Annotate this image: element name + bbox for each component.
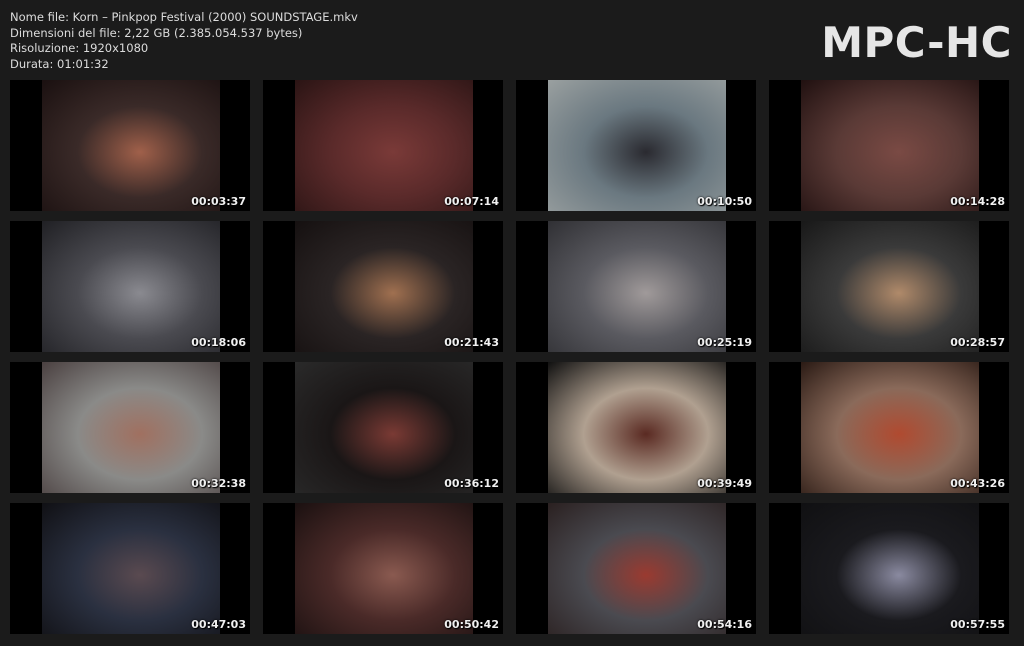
thumbnail: 00:57:55 (769, 503, 1009, 634)
thumbnail-frame-image (42, 503, 220, 634)
thumbnail: 00:03:37 (10, 80, 250, 211)
thumbnail-frame-image (548, 503, 726, 634)
thumbnail-timestamp: 00:21:43 (444, 336, 499, 349)
thumbnail: 00:21:43 (263, 221, 503, 352)
thumbnail-timestamp: 00:50:42 (444, 618, 499, 631)
thumbnail-frame-image (548, 362, 726, 493)
thumbnail: 00:39:49 (516, 362, 756, 493)
thumbnail: 00:07:14 (263, 80, 503, 211)
thumbnail-frame-image (801, 503, 979, 634)
thumbnail-frame-image (295, 503, 473, 634)
thumbnail: 00:36:12 (263, 362, 503, 493)
file-name: Nome file: Korn – Pinkpop Festival (2000… (10, 10, 358, 24)
thumbnail-frame-image (42, 80, 220, 211)
thumbnail-frame-image (295, 362, 473, 493)
thumbnail-timestamp: 00:28:57 (950, 336, 1005, 349)
thumbnail-frame-image (548, 221, 726, 352)
thumbnail-grid: 00:03:37 00:07:14 00:10:50 00:14:28 00:18:06… (10, 80, 1009, 634)
thumbnail: 00:32:38 (10, 362, 250, 493)
thumbnail: 00:54:16 (516, 503, 756, 634)
thumbnail-frame-image (548, 80, 726, 211)
thumbnail-timestamp: 00:25:19 (697, 336, 752, 349)
file-size: Dimensioni del file: 2,22 GB (2.385.054.… (10, 25, 303, 40)
thumbnail-frame-image (42, 362, 220, 493)
thumbnail: 00:47:03 (10, 503, 250, 634)
thumbnail-timestamp: 00:47:03 (191, 618, 246, 631)
thumbnail: 00:14:28 (769, 80, 1009, 211)
thumbnail-timestamp: 00:10:50 (697, 195, 752, 208)
thumbnail-frame-image (801, 80, 979, 211)
file-duration: Durata: 01:01:32 (10, 56, 109, 71)
thumbnail-timestamp: 00:07:14 (444, 195, 499, 208)
thumbnail: 00:28:57 (769, 221, 1009, 352)
thumbnail: 00:10:50 (516, 80, 756, 211)
thumbnail-timestamp: 00:54:16 (697, 618, 752, 631)
thumbnail-frame-image (801, 221, 979, 352)
thumbnail-frame-image (295, 80, 473, 211)
thumbnail: 00:18:06 (10, 221, 250, 352)
thumbnail-timestamp: 00:36:12 (444, 477, 499, 490)
thumbnail-timestamp: 00:43:26 (950, 477, 1005, 490)
thumbnail-timestamp: 00:03:37 (191, 195, 246, 208)
file-info-panel: Nome file: Korn – Pinkpop Festival (2000… (10, 10, 358, 72)
thumbnail-timestamp: 00:14:28 (950, 195, 1005, 208)
thumbnail-timestamp: 00:18:06 (191, 336, 246, 349)
thumbnail: 00:25:19 (516, 221, 756, 352)
thumbnail: 00:50:42 (263, 503, 503, 634)
thumbnail-timestamp: 00:39:49 (697, 477, 752, 490)
thumbnail-timestamp: 00:32:38 (191, 477, 246, 490)
thumbnail-timestamp: 00:57:55 (950, 618, 1005, 631)
thumbnail-frame-image (801, 362, 979, 493)
thumbnail-frame-image (42, 221, 220, 352)
thumbnail: 00:43:26 (769, 362, 1009, 493)
file-resolution: Risoluzione: 1920x1080 (10, 41, 149, 55)
mpc-hc-logo: MPC-HC (821, 18, 1012, 67)
thumbnail-frame-image (295, 221, 473, 352)
